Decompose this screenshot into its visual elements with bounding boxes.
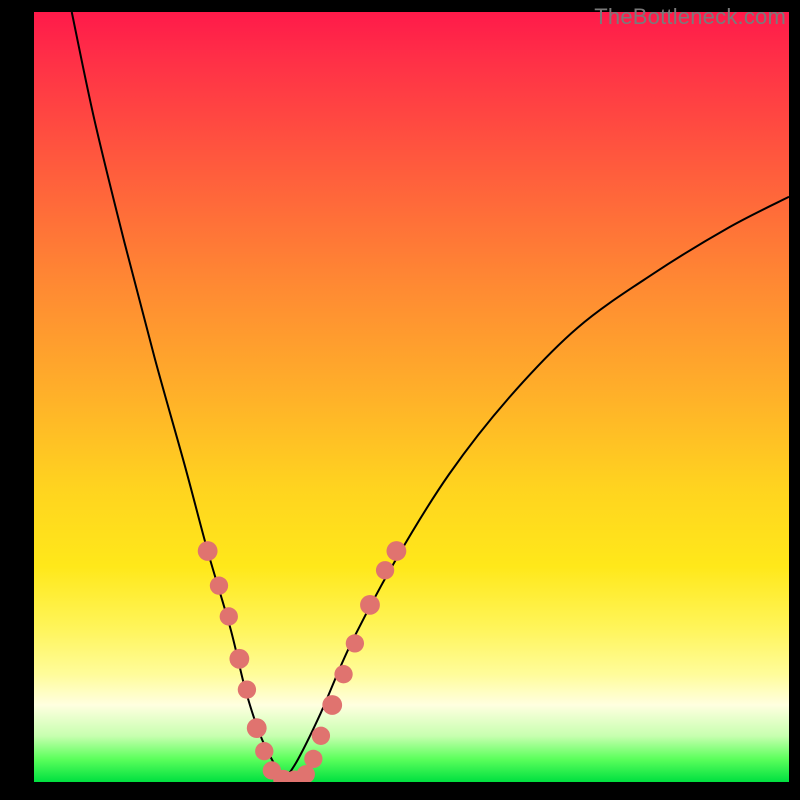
curve-left xyxy=(72,12,283,782)
marker-dot xyxy=(304,750,322,768)
marker-dot xyxy=(220,607,238,625)
marker-dot xyxy=(346,634,364,652)
marker-dot xyxy=(322,695,342,715)
brand-watermark: TheBottleneck.com xyxy=(594,4,786,30)
marker-dot xyxy=(229,649,249,669)
marker-dot xyxy=(376,561,394,579)
marker-dot xyxy=(247,718,267,738)
marker-dot xyxy=(386,541,406,561)
marker-dot xyxy=(312,727,330,745)
chart-overlay xyxy=(34,12,789,782)
marker-dot xyxy=(210,576,228,594)
marker-dot xyxy=(255,742,273,760)
chart-container: TheBottleneck.com xyxy=(0,0,800,800)
marker-dot xyxy=(360,595,380,615)
curve-right xyxy=(283,197,789,782)
marker-dot xyxy=(198,541,218,561)
marker-dot xyxy=(238,680,256,698)
marker-dots xyxy=(198,541,407,782)
marker-dot xyxy=(334,665,352,683)
